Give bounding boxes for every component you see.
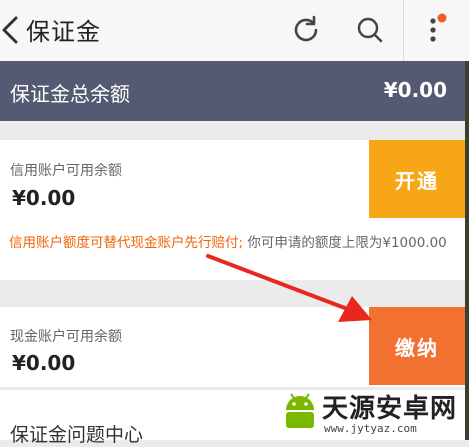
search-icon[interactable] bbox=[353, 13, 387, 47]
total-balance-value: ¥0.00 bbox=[383, 78, 447, 102]
app-bar: 保证金 bbox=[0, 0, 469, 62]
credit-note-highlight: 信用账户额度可替代现金账户先行赔付; bbox=[9, 235, 244, 251]
pay-deposit-button[interactable]: 缴纳 bbox=[369, 307, 465, 385]
edge-strip bbox=[465, 61, 469, 440]
notification-dot bbox=[437, 13, 447, 23]
credit-balance-amount: ¥0.00 bbox=[12, 186, 76, 210]
cash-balance-label: 现金账户可用余额 bbox=[10, 329, 122, 345]
open-credit-button[interactable]: 开通 bbox=[369, 140, 465, 218]
android-logo-icon bbox=[286, 393, 314, 428]
watermark-title: 天源安卓网 bbox=[322, 394, 458, 424]
faq-label: 保证金问题中心 bbox=[10, 424, 144, 446]
credit-balance-label: 信用账户可用余额 bbox=[10, 163, 122, 179]
more-icon[interactable] bbox=[424, 13, 450, 47]
credit-note-rest: 你可申请的额度上限为¥1000.00 bbox=[243, 235, 447, 251]
watermark-url: www.jytyaz.com bbox=[324, 422, 417, 435]
total-balance-bar: 保证金总余额 ¥0.00 bbox=[0, 61, 465, 121]
annotation-arrow-icon bbox=[206, 254, 372, 322]
toolbar-divider bbox=[403, 0, 404, 61]
total-balance-label: 保证金总余额 bbox=[10, 82, 130, 106]
refresh-icon[interactable] bbox=[289, 13, 323, 47]
watermark: 天源安卓网 www.jytyaz.com bbox=[276, 388, 469, 440]
cash-balance-amount: ¥0.00 bbox=[12, 351, 76, 375]
page-title: 保证金 bbox=[26, 18, 101, 46]
